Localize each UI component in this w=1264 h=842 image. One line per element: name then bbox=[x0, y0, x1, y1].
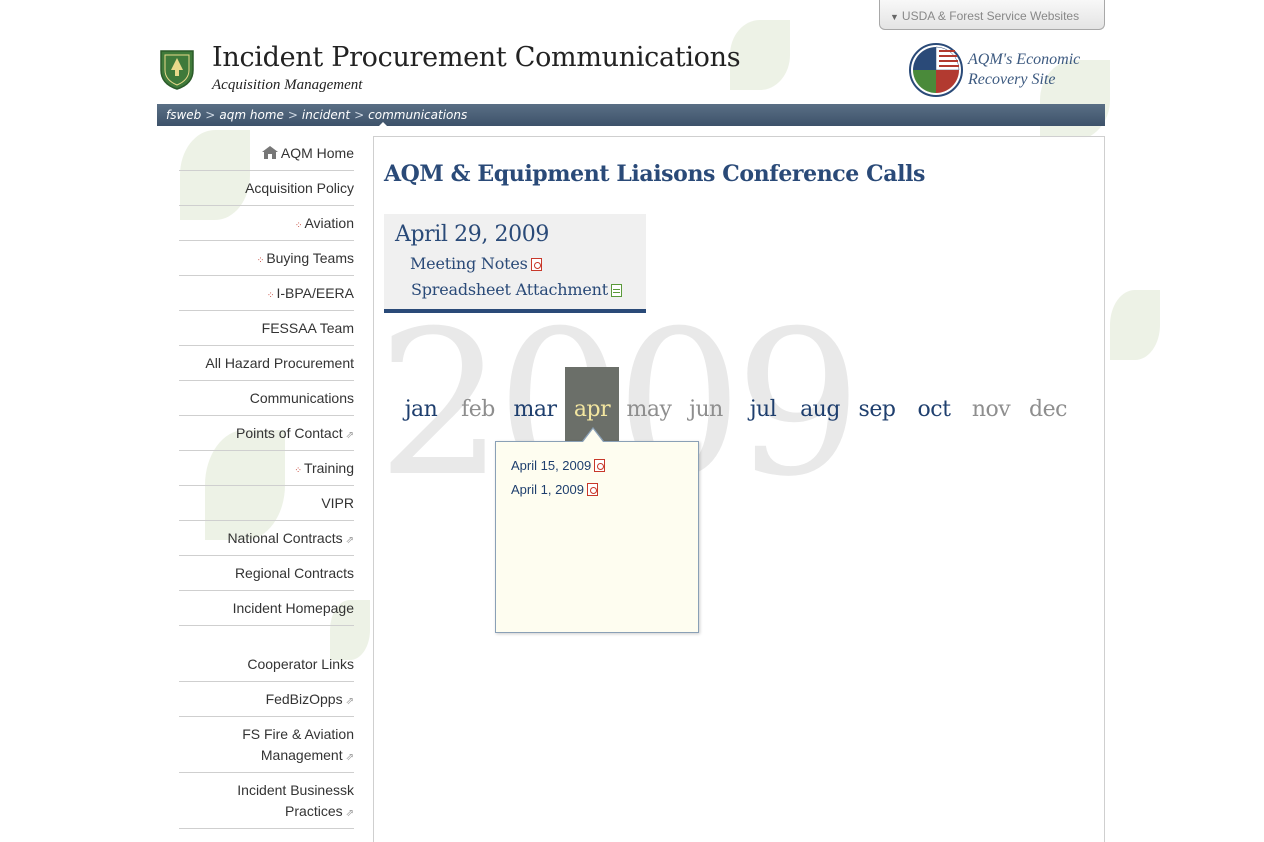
sidebar-item-points-of-contact[interactable]: Points of Contact ⇗ bbox=[179, 416, 354, 451]
sidebar-item-communications[interactable]: Communications bbox=[179, 381, 354, 416]
sidebar-item-label: I-BPA/EERA bbox=[276, 285, 354, 301]
sidebar-item-label: Incident Homepage bbox=[232, 600, 354, 616]
month-calls-popup: April 15, 2009 April 1, 2009 bbox=[495, 441, 699, 633]
recovery-seal-icon[interactable] bbox=[909, 43, 963, 97]
sidebar-item-label: Communications bbox=[249, 390, 354, 406]
pdf-icon bbox=[594, 459, 606, 472]
external-link-icon: ⇗ bbox=[345, 808, 354, 819]
month-jun: jun bbox=[689, 397, 723, 422]
popup-pointer-inner bbox=[583, 429, 603, 442]
sidebar-item-vipr[interactable]: VIPR bbox=[179, 486, 354, 521]
sidebar-item-label: FESSAA Team bbox=[261, 320, 354, 336]
recovery-line-1: AQM's Economic bbox=[968, 51, 1081, 68]
breadcrumb-separator: > bbox=[354, 108, 365, 122]
pdf-icon bbox=[587, 483, 598, 496]
breadcrumb-communications[interactable]: communications bbox=[368, 108, 467, 122]
sidebar-item-training[interactable]: ⁘ Training bbox=[179, 451, 354, 486]
page-container: ▼ USDA & Forest Service Websites Incident… bbox=[157, 0, 1105, 842]
site-title[interactable]: Incident Procurement Communications bbox=[212, 42, 741, 73]
external-link-icon: ⇗ bbox=[345, 535, 354, 546]
sidebar-item-incident-homepage[interactable]: Incident Homepage bbox=[179, 591, 354, 626]
breadcrumb-separator: > bbox=[205, 108, 216, 122]
sidebar-item-label: VIPR bbox=[321, 495, 354, 511]
breadcrumb-incident[interactable]: incident bbox=[302, 108, 350, 122]
month-dec: dec bbox=[1029, 397, 1067, 422]
sidebar-item-label: Points of Contact bbox=[235, 425, 343, 441]
sidebar-item-acquisition-policy[interactable]: Acquisition Policy bbox=[179, 171, 354, 206]
pdf-icon bbox=[530, 258, 542, 271]
month-nov: nov bbox=[971, 397, 1011, 422]
sidebar-item-i-bpa-eera[interactable]: ⁘ I-BPA/EERA bbox=[179, 276, 354, 311]
sidebar-item-label: Cooperator Links bbox=[247, 656, 354, 672]
month-aug[interactable]: aug bbox=[793, 367, 847, 442]
home-icon bbox=[261, 146, 278, 159]
sidebar-item-label: Practices bbox=[285, 803, 343, 819]
month-mar[interactable]: mar bbox=[508, 367, 562, 442]
month-feb: feb bbox=[461, 397, 495, 422]
sidebar-item-cooperator-links[interactable]: Cooperator Links bbox=[179, 647, 354, 682]
dropdown-arrow-icon: ▼ bbox=[890, 12, 899, 22]
sidebar-item-label: FS Fire & Aviation bbox=[242, 726, 354, 742]
sidebar-item-aqm-home[interactable]: AQM Home bbox=[179, 136, 354, 171]
sidebar-nav: AQM Home Acquisition Policy ⁘ Aviation ⁘ B… bbox=[179, 136, 354, 829]
month-may: may bbox=[626, 397, 672, 422]
external-link-icon: ⇗ bbox=[345, 430, 354, 441]
site-subtitle: Acquisition Management bbox=[212, 77, 363, 93]
month-jul[interactable]: jul bbox=[736, 367, 790, 442]
sidebar-item-buying-teams[interactable]: ⁘ Buying Teams bbox=[179, 241, 354, 276]
month-selector: jan feb mar apr may jun jul aug sep oct … bbox=[394, 367, 1094, 442]
month-oct[interactable]: oct bbox=[907, 367, 961, 442]
sidebar-item-incident-business-practices[interactable]: Incident Businessk Practices ⇗ bbox=[179, 773, 354, 829]
usda-websites-label: USDA & Forest Service Websites bbox=[901, 9, 1080, 23]
breadcrumb: fsweb > aqm home > incident > communications bbox=[157, 104, 1105, 126]
meeting-notes-label: Meeting Notes bbox=[410, 254, 528, 273]
sidebar-item-fedbizopps[interactable]: FedBizOpps ⇗ bbox=[179, 682, 354, 717]
expand-arrow-icon: ⁘ bbox=[256, 255, 265, 265]
page-title: AQM & Equipment Liaisons Conference Call… bbox=[384, 161, 926, 187]
sidebar-item-fessaa-team[interactable]: FESSAA Team bbox=[179, 311, 354, 346]
sidebar-item-national-contracts[interactable]: National Contracts ⇗ bbox=[179, 521, 354, 556]
breadcrumb-separator: > bbox=[287, 108, 298, 122]
sidebar-item-label: FedBizOpps bbox=[265, 691, 343, 707]
sidebar-item-label: AQM Home bbox=[280, 145, 354, 161]
meeting-notes-link[interactable]: Meeting Notes bbox=[410, 254, 542, 273]
call-date-label: April 15, 2009 bbox=[511, 458, 592, 473]
expand-arrow-icon: ⁘ bbox=[294, 220, 303, 230]
sidebar-item-label: All Hazard Procurement bbox=[205, 355, 354, 371]
external-link-icon: ⇗ bbox=[345, 696, 354, 707]
external-link-icon: ⇗ bbox=[345, 752, 354, 763]
sidebar-item-label: National Contracts bbox=[227, 530, 343, 546]
month-jan[interactable]: jan bbox=[394, 367, 448, 442]
breadcrumb-current-caret-icon bbox=[379, 122, 387, 126]
background-leaf-decoration bbox=[1110, 290, 1160, 360]
call-link-april-1[interactable]: April 1, 2009 bbox=[511, 481, 698, 505]
sidebar-item-regional-contracts[interactable]: Regional Contracts bbox=[179, 556, 354, 591]
usda-websites-dropdown[interactable]: ▼ USDA & Forest Service Websites bbox=[879, 0, 1105, 30]
sidebar-item-aviation[interactable]: ⁘ Aviation bbox=[179, 206, 354, 241]
main-content: AQM & Equipment Liaisons Conference Call… bbox=[373, 136, 1105, 842]
sidebar-item-label: Training bbox=[303, 460, 354, 476]
call-date-label: April 1, 2009 bbox=[511, 482, 584, 497]
month-sep[interactable]: sep bbox=[850, 367, 904, 442]
expand-arrow-icon: ⁘ bbox=[266, 290, 275, 300]
forest-service-shield-icon[interactable] bbox=[157, 48, 197, 90]
recovery-site-link[interactable]: AQM's Economic Recovery Site bbox=[968, 50, 1080, 90]
latest-call-date: April 29, 2009 bbox=[395, 222, 549, 247]
breadcrumb-aqm-home[interactable]: aqm home bbox=[219, 108, 284, 122]
call-link-april-15[interactable]: April 15, 2009 bbox=[511, 457, 698, 481]
sidebar-item-label: Regional Contracts bbox=[234, 565, 354, 581]
sidebar-item-fs-fire-aviation[interactable]: FS Fire & Aviation Management ⇗ bbox=[179, 717, 354, 773]
sidebar-item-all-hazard-procurement[interactable]: All Hazard Procurement bbox=[179, 346, 354, 381]
recovery-line-2: Recovery Site bbox=[968, 71, 1056, 88]
expand-arrow-icon: ⁘ bbox=[294, 465, 302, 475]
sidebar-item-label: Buying Teams bbox=[266, 250, 354, 266]
sidebar-item-label: Acquisition Policy bbox=[245, 180, 354, 196]
sidebar-item-label: Management bbox=[260, 747, 343, 763]
sidebar-item-label: Incident Businessk bbox=[237, 782, 354, 798]
sidebar-item-label: Aviation bbox=[304, 215, 354, 231]
breadcrumb-fsweb[interactable]: fsweb bbox=[166, 108, 201, 122]
